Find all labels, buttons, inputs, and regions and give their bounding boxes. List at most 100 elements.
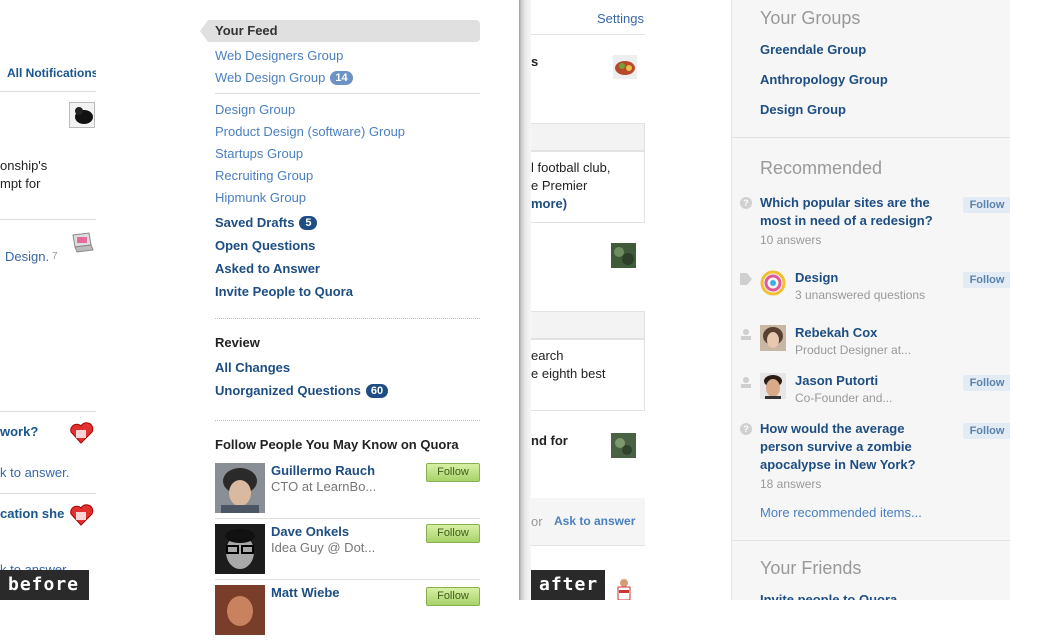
recommended-heading: Recommended [760, 158, 883, 178]
feed-text-fragment: l football club, [531, 160, 611, 175]
notification-thumbnail [69, 102, 95, 128]
group-link-greendale[interactable]: Greendale Group [760, 42, 866, 57]
ask-to-answer-link[interactable]: k to answer. [0, 465, 69, 480]
recommended-title[interactable]: Rebekah Cox [795, 324, 877, 342]
divider [0, 219, 96, 220]
left-sidebar: Your Feed Web Designers Group Web Design… [200, 0, 522, 635]
follow-button[interactable]: Follow [963, 272, 1010, 288]
follow-button[interactable]: Follow [426, 587, 480, 606]
person-suggestion: Dave Onkels Idea Guy @ Dot... Follow [215, 524, 480, 582]
sidebar-item-recruiting-group[interactable]: Recruiting Group [215, 168, 313, 183]
sidebar-item-open-questions[interactable]: Open Questions [215, 238, 315, 253]
more-link[interactable]: more) [531, 196, 567, 211]
before-label: before [0, 570, 89, 600]
design-count: 7 [52, 251, 58, 262]
sidebar-item-design-group[interactable]: Design Group [215, 102, 295, 117]
person-description: CTO at LearnBo... [271, 479, 377, 494]
sidebar-item-saved-drafts[interactable]: Saved Drafts 5 [215, 215, 318, 230]
divider [0, 493, 96, 494]
avatar[interactable] [760, 325, 786, 351]
question-title[interactable]: work? [0, 424, 38, 439]
divider [531, 34, 645, 35]
heart-icon [68, 421, 95, 445]
recommended-title[interactable]: person survive a zombie [760, 438, 912, 456]
design-link[interactable]: Design. [5, 249, 49, 264]
count-badge: 5 [299, 216, 318, 230]
divider [0, 91, 96, 92]
feed-text-fragment: e Premier [531, 178, 588, 193]
sidebar-item-asked-to-answer[interactable]: Asked to Answer [215, 261, 320, 276]
recommended-subtitle: 18 answers [760, 477, 822, 491]
question-icon: ? [740, 197, 752, 209]
design-topic-image [760, 270, 786, 296]
sidebar-item-all-changes[interactable]: All Changes [215, 360, 290, 375]
feed-card-header [531, 123, 645, 151]
feed-card-header [531, 311, 645, 339]
avatar[interactable] [760, 373, 786, 399]
divider [732, 540, 1010, 541]
follow-button[interactable]: Follow [426, 524, 480, 543]
person-suggestion: Matt Wiebe Follow [215, 585, 480, 643]
settings-link[interactable]: Settings [597, 11, 644, 26]
heart-icon [68, 503, 95, 527]
feed-text-fragment: e eighth best [531, 366, 606, 381]
sidebar-item-product-design-group[interactable]: Product Design (software) Group [215, 124, 405, 139]
avatar[interactable] [215, 585, 265, 635]
person-name[interactable]: Dave Onkels [271, 524, 349, 539]
recommended-subtitle: 10 answers [760, 233, 822, 247]
sidebar-item-web-design-group[interactable]: Web Design Group 14 [215, 70, 353, 85]
sidebar-item-hipmunk-group[interactable]: Hipmunk Group [215, 190, 306, 205]
recommended-subtitle: 3 unanswered questions [795, 288, 926, 302]
person-suggestion: Guillermo Rauch CTO at LearnBo... Follow [215, 463, 480, 521]
tab-your-feed[interactable]: Your Feed [200, 20, 480, 42]
follow-people-heading: Follow People You May Know on Quora [215, 437, 459, 452]
recommended-subtitle: Product Designer at... [795, 343, 912, 357]
invite-people-link[interactable]: Invite people to Quora [760, 592, 897, 600]
person-icon [740, 327, 752, 340]
person-icon [615, 577, 633, 600]
feed-text-fragment: nd for [531, 433, 568, 448]
tab-label: Your Feed [215, 23, 278, 38]
more-recommended-link[interactable]: More recommended items... [760, 505, 922, 520]
person-name[interactable]: Matt Wiebe [271, 585, 340, 600]
all-notifications-link[interactable]: All Notifications [7, 66, 96, 80]
sidebar-item-label: Saved Drafts [215, 215, 295, 230]
recommended-title[interactable]: How would the average [760, 420, 904, 438]
recommended-title[interactable]: most in need of a redesign? [760, 212, 933, 230]
feed-text-fragment: earch [531, 348, 564, 363]
divider [215, 93, 480, 94]
follow-button[interactable]: Follow [963, 197, 1010, 213]
count-badge: 60 [365, 384, 389, 398]
question-title[interactable]: cation she [0, 506, 64, 521]
divider [732, 137, 1010, 138]
avatar[interactable] [215, 463, 265, 513]
sidebar-item-startups-group[interactable]: Startups Group [215, 146, 303, 161]
sidebar-item-web-designers-group[interactable]: Web Designers Group [215, 48, 343, 63]
your-groups-heading: Your Groups [760, 8, 861, 28]
follow-button[interactable]: Follow [426, 463, 480, 482]
main-feed: Settings s l football club, e Premier mo… [531, 0, 731, 600]
follow-button[interactable]: Follow [963, 423, 1010, 439]
recommended-title[interactable]: Which popular sites are the [760, 194, 930, 212]
ask-to-answer-link[interactable]: Ask to answer [554, 514, 635, 528]
sidebar-item-unorganized-questions[interactable]: Unorganized Questions 60 [215, 383, 389, 398]
recommended-title[interactable]: Design [795, 269, 838, 287]
person-name[interactable]: Guillermo Rauch [271, 463, 375, 478]
feed-text-fragment: or [531, 514, 543, 529]
group-link-anthropology[interactable]: Anthropology Group [760, 72, 888, 87]
left-feed-strip: All Notifications onship's mpt for Desig… [0, 0, 96, 600]
feed-text-fragment: s [531, 54, 539, 69]
snippet-text: mpt for [0, 176, 41, 191]
question-icon: ? [740, 423, 752, 435]
divider [0, 411, 96, 412]
recommended-title[interactable]: apocalypse in New York? [760, 456, 916, 474]
recommended-title[interactable]: Jason Putorti [795, 372, 878, 390]
avatar[interactable] [215, 524, 265, 574]
tag-icon [740, 272, 752, 285]
sidebar-item-label: Web Design Group [215, 70, 326, 85]
panel-shadow-edge [519, 0, 531, 600]
sidebar-item-invite[interactable]: Invite People to Quora [215, 284, 353, 299]
group-link-design[interactable]: Design Group [760, 102, 846, 117]
follow-button[interactable]: Follow [963, 375, 1010, 391]
your-friends-heading: Your Friends [760, 558, 862, 578]
